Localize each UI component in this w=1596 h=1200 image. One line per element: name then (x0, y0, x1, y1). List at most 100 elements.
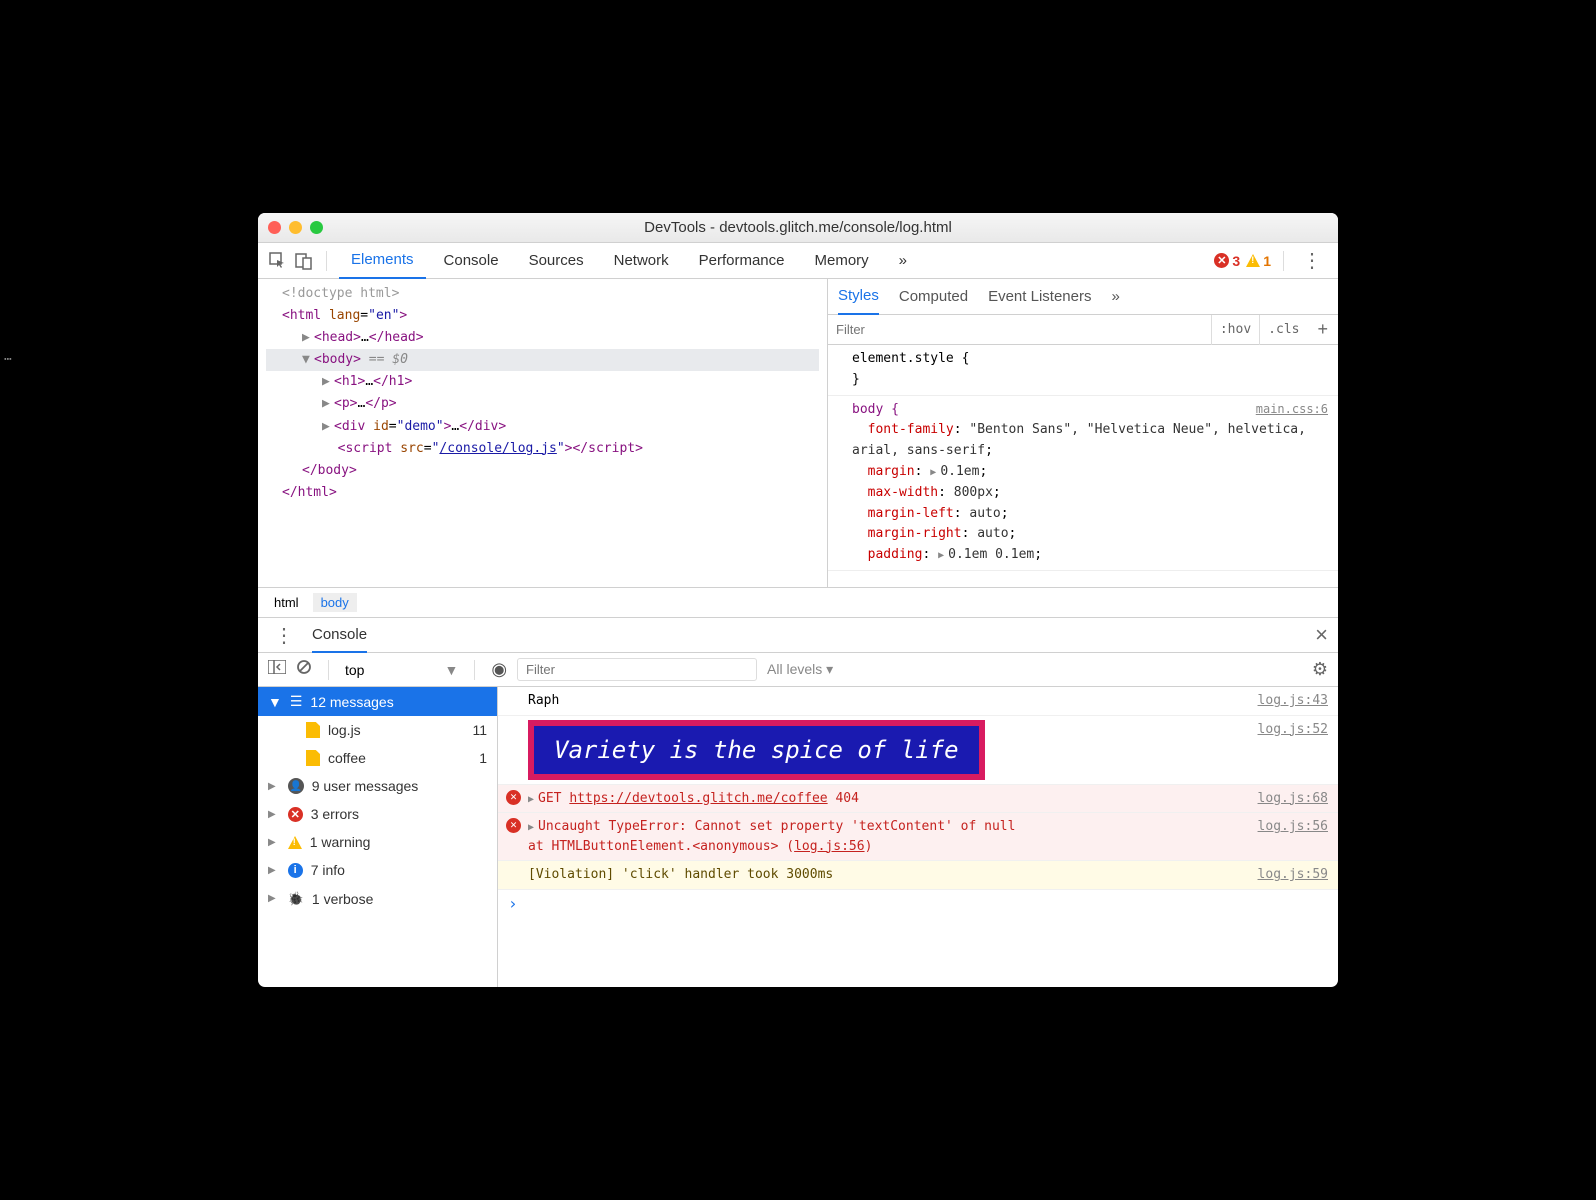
element-style-rule[interactable]: element.style { } (828, 345, 1338, 396)
tab-performance[interactable]: Performance (687, 243, 797, 279)
message-source-link[interactable]: log.js:68 (1248, 789, 1328, 809)
stack-link[interactable]: log.js:56 (794, 839, 864, 854)
doctype[interactable]: <!doctype html> (282, 286, 399, 301)
sidebar-warnings[interactable]: ▶1 warning (258, 828, 497, 856)
request-url-link[interactable]: https://devtools.glitch.me/coffee (569, 791, 827, 806)
window-title: DevTools - devtools.glitch.me/console/lo… (258, 219, 1338, 236)
close-drawer-button[interactable]: × (1315, 622, 1328, 648)
computed-tab[interactable]: Computed (899, 279, 968, 315)
context-selector[interactable]: top▼ (345, 662, 458, 678)
error-count-badge[interactable]: ✕3 (1214, 253, 1240, 269)
console-menu-button[interactable]: ⋮ (268, 623, 300, 648)
device-toggle-icon[interactable] (294, 251, 314, 271)
selected-indicator: == $0 (361, 352, 408, 367)
head-node[interactable]: ▶<head>…</head> (266, 327, 819, 349)
tab-network[interactable]: Network (602, 243, 681, 279)
collapse-icon[interactable]: ▼ (302, 349, 314, 371)
tab-sources[interactable]: Sources (517, 243, 596, 279)
sidebar-file-coffee[interactable]: coffee1 (258, 744, 497, 772)
console-filter-input[interactable] (517, 658, 757, 681)
error-count: 3 (1232, 253, 1240, 269)
inspect-element-icon[interactable] (268, 251, 288, 271)
console-drawer-tab[interactable]: Console (312, 617, 367, 653)
log-message[interactable]: Raph log.js:43 (498, 687, 1338, 716)
message-text: Variety is the spice of life (528, 720, 985, 780)
info-icon: i (288, 863, 303, 878)
expand-icon[interactable]: ▶ (528, 794, 538, 805)
status-badges: ✕3 1 ⋮ (1214, 248, 1328, 273)
settings-menu-button[interactable]: ⋮ (1296, 248, 1328, 273)
body-node-selected[interactable]: ⋯▼<body> == $0 (266, 349, 819, 371)
toggle-sidebar-button[interactable] (268, 660, 286, 679)
expand-icon[interactable]: ▶ (268, 865, 280, 876)
expand-icon[interactable]: ▶ (322, 393, 334, 415)
div-node[interactable]: ▶<div id="demo">…</div> (266, 416, 819, 438)
tab-elements[interactable]: Elements (339, 243, 426, 279)
script-node[interactable]: <script src="/console/log.js"></script> (266, 438, 819, 460)
expand-icon[interactable]: ▶ (268, 837, 280, 848)
file-icon (306, 722, 320, 738)
message-source-link[interactable]: log.js:52 (1248, 720, 1328, 780)
separator (1283, 251, 1284, 271)
error-icon: ✕ (1214, 253, 1229, 268)
new-style-rule-button[interactable]: + (1307, 319, 1338, 340)
console-messages[interactable]: Raph log.js:43 Variety is the spice of l… (498, 687, 1338, 987)
styled-log-message[interactable]: Variety is the spice of life log.js:52 (498, 716, 1338, 785)
expand-icon[interactable]: ▶ (528, 822, 538, 833)
sidebar-messages-all[interactable]: ▼☰12 messages (258, 687, 497, 716)
message-source-link[interactable]: log.js:56 (1248, 817, 1328, 856)
expand-icon[interactable]: ▶ (322, 416, 334, 438)
dom-tree-panel[interactable]: <!doctype html> <html lang="en"> ▶<head>… (258, 279, 828, 587)
tab-console[interactable]: Console (432, 243, 511, 279)
event-listeners-tab[interactable]: Event Listeners (988, 279, 1091, 315)
p-node[interactable]: ▶<p>…</p> (266, 393, 819, 415)
console-prompt[interactable]: › (498, 890, 1338, 917)
error-message-404[interactable]: ✕ ▶GET https://devtools.glitch.me/coffee… (498, 785, 1338, 814)
expand-icon[interactable]: ▶ (268, 809, 280, 820)
selector-text: element.style { (852, 349, 1328, 370)
bug-icon (288, 890, 304, 907)
expand-icon[interactable]: ▶ (302, 327, 314, 349)
html-close[interactable]: </html> (266, 482, 819, 504)
console-toolbar: top▼ ◉ All levels ▾ ⚙ (258, 653, 1338, 687)
sidebar-info[interactable]: ▶i7 info (258, 856, 497, 884)
chevron-down-icon: ▼ (268, 694, 282, 710)
more-styles-tabs[interactable]: » (1111, 279, 1119, 315)
rule-source-link[interactable]: main.css:6 (1256, 400, 1328, 419)
h1-node[interactable]: ▶<h1>…</h1> (266, 371, 819, 393)
expand-icon[interactable]: ▶ (322, 371, 334, 393)
log-levels-selector[interactable]: All levels ▾ (767, 661, 833, 678)
console-settings-button[interactable]: ⚙ (1312, 659, 1328, 680)
styles-filter-input[interactable] (828, 315, 1211, 344)
violation-message[interactable]: [Violation] 'click' handler took 3000ms … (498, 861, 1338, 890)
live-expression-button[interactable]: ◉ (491, 659, 507, 680)
tab-memory[interactable]: Memory (803, 243, 881, 279)
body-close[interactable]: </body> (266, 460, 819, 482)
body-rule[interactable]: main.css:6 body { font-family: "Benton S… (828, 396, 1338, 571)
script-src-link[interactable]: /console/log.js (439, 441, 556, 456)
message-source-link[interactable]: log.js:59 (1248, 865, 1328, 885)
breadcrumb-html[interactable]: html (266, 593, 307, 612)
expand-icon[interactable]: ▶ (268, 893, 280, 904)
html-open[interactable]: <html lang="en"> (266, 305, 819, 327)
clear-console-button[interactable] (296, 659, 312, 680)
sidebar-errors[interactable]: ▶✕3 errors (258, 800, 497, 828)
separator (326, 251, 327, 271)
breadcrumb-body[interactable]: body (313, 593, 357, 612)
expand-icon[interactable]: ▶ (268, 781, 280, 792)
titlebar: DevTools - devtools.glitch.me/console/lo… (258, 213, 1338, 243)
cls-toggle[interactable]: .cls (1259, 315, 1307, 345)
styles-tab[interactable]: Styles (838, 279, 879, 315)
message-source-link[interactable]: log.js:43 (1248, 691, 1328, 711)
styles-body[interactable]: element.style { } main.css:6 body { font… (828, 345, 1338, 587)
main-tab-bar: Elements Console Sources Network Perform… (258, 243, 1338, 279)
warning-count-badge[interactable]: 1 (1246, 253, 1271, 269)
hov-toggle[interactable]: :hov (1211, 315, 1259, 345)
sidebar-verbose[interactable]: ▶1 verbose (258, 884, 497, 913)
dom-tree: <!doctype html> <html lang="en"> ▶<head>… (258, 279, 827, 508)
sidebar-file-logjs[interactable]: log.js11 (258, 716, 497, 744)
separator (328, 660, 329, 680)
sidebar-user-messages[interactable]: ▶👤9 user messages (258, 772, 497, 800)
error-message-typeerror[interactable]: ✕ ▶Uncaught TypeError: Cannot set proper… (498, 813, 1338, 861)
tab-more[interactable]: » (887, 243, 919, 279)
